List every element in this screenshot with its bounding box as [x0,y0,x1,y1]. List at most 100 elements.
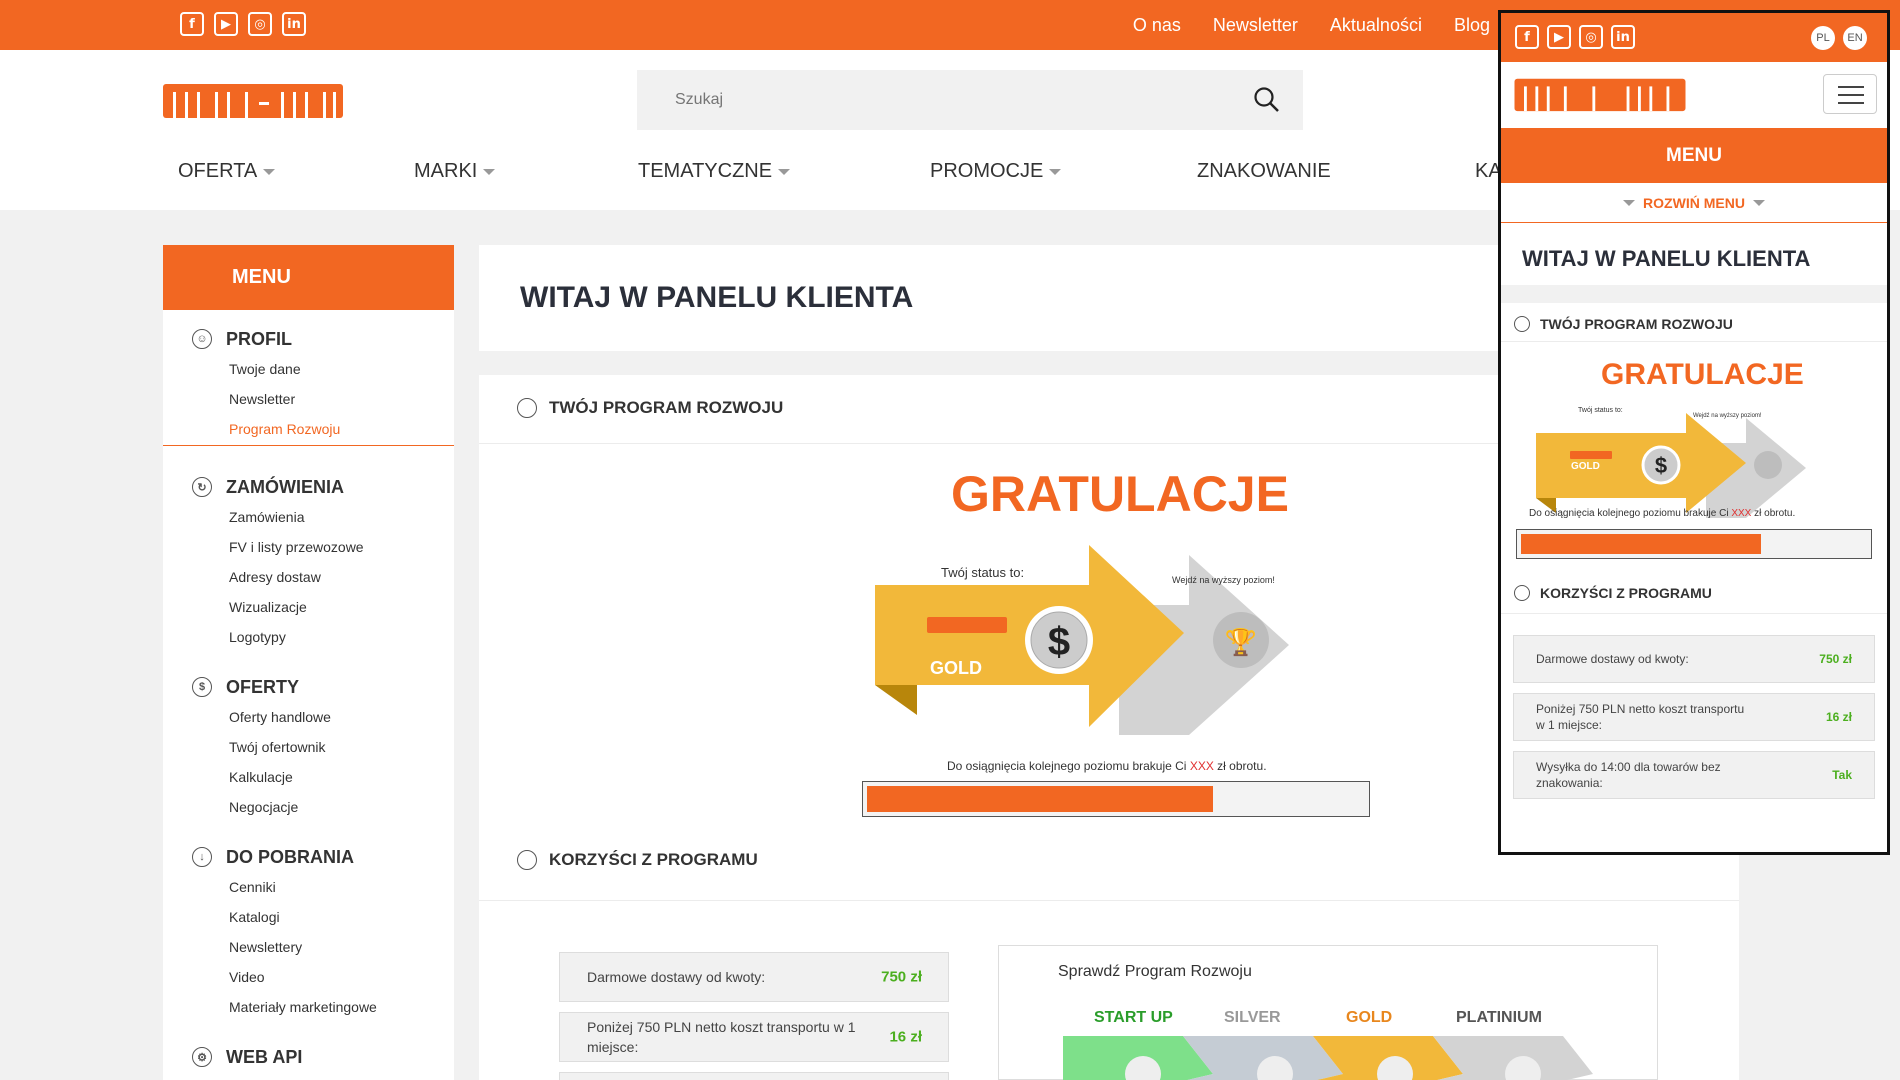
svg-text:$: $ [1655,453,1667,478]
sidebar-section-do-pobrania: ↓ DO POBRANIA Cenniki Katalogi Newsletter… [163,842,454,1022]
user-icon [1514,585,1530,601]
sidebar-item-negocjacje[interactable]: Negocjacje [163,792,454,822]
sidebar-item-ofertownik[interactable]: Twój ofertownik [163,732,454,762]
macma-logo[interactable] [163,80,343,120]
nav-oferta[interactable]: OFERTA [178,160,276,183]
next-level-info: Do osiągnięcia kolejnego poziomu brakuje… [947,759,1267,773]
level-silver: SILVER [1224,1009,1281,1026]
refresh-icon: ↻ [192,477,212,497]
progress-fill [1521,534,1761,554]
divider [1501,341,1887,342]
status-graphic: $ 🏆 [875,545,1289,735]
mobile-benefit-row: Poniżej 750 PLN netto koszt transportu w… [1513,693,1875,741]
sidebar-item-kalkulacje[interactable]: Kalkulacje [163,762,454,792]
sidebar-section-title[interactable]: $ OFERTY [163,672,454,702]
main-nav: OFERTA MARKI TEMATYCZNE PROMOCJE ZNAKOWA… [170,160,1551,200]
dollar-icon: $ [192,677,212,697]
mobile-level-badge: GOLD [1571,461,1600,472]
sidebar-item-katalogi[interactable]: Katalogi [163,902,454,932]
youtube-icon[interactable]: ▶ [1547,25,1571,49]
mobile-preview: f ▶ ◎ in PL EN MENU ROZWIŃ MENU WITAJ W … [1498,10,1890,855]
chevron-down-icon [263,168,276,175]
mobile-next-level-label: Wejdź na wyższy poziom! [1693,413,1762,419]
level-gold: GOLD [1346,1009,1393,1026]
progress-fill [867,786,1214,812]
welcome-panel: WITAJ W PANELU KLIENTA [479,245,1499,351]
level-badge: GOLD [930,658,982,678]
chevron-down-icon [1623,199,1636,206]
mobile-status-label: Twój status to: [1578,407,1623,414]
level-start-up: START UP [1094,1009,1173,1026]
nav-promocje[interactable]: PROMOCJE [930,160,1062,183]
sidebar-item-video[interactable]: Video [163,962,454,992]
mobile-benefits-title: KORZYŚCI Z PROGRAMU [1514,585,1712,601]
mobile-social-links: f ▶ ◎ in [1515,25,1635,49]
top-link-aktualnosci[interactable]: Aktualności [1330,15,1422,36]
search-icon[interactable] [1253,86,1281,114]
api-icon: ⚙ [192,1047,212,1067]
sidebar-item-twoje-dane[interactable]: Twoje dane [163,354,454,384]
lang-en[interactable]: EN [1843,26,1867,50]
sidebar-item-newslettery[interactable]: Newslettery [163,932,454,962]
user-icon [1514,316,1530,332]
sidebar-item-materialy[interactable]: Materiały marketingowe [163,992,454,1022]
benefit-row: Darmowe dostawy od kwoty: 750 zł [559,952,949,1002]
chevron-down-icon [483,168,496,175]
sidebar-section-web-api: ⚙ WEB API [163,1042,454,1072]
top-link-blog[interactable]: Blog [1454,15,1490,36]
progress-bar [862,781,1370,817]
search-box [637,70,1303,130]
active-underline [163,445,454,446]
instagram-icon[interactable]: ◎ [248,12,272,36]
facebook-icon[interactable]: f [180,12,204,36]
mobile-page-title: WITAJ W PANELU KLIENTA [1522,246,1811,271]
check-program-title: Sprawdź Program Rozwoju [1058,963,1252,980]
divider [1501,613,1887,614]
macma-logo[interactable] [1511,75,1689,113]
sidebar-menu-title: MENU [163,245,454,310]
sidebar-section-title[interactable]: ⚙ WEB API [163,1042,454,1072]
sidebar-section-title[interactable]: ↻ ZAMÓWIENIA [163,472,454,502]
social-links: f ▶ ◎ in [180,12,306,36]
sidebar-item-wizualizacje[interactable]: Wizualizacje [163,592,454,622]
linkedin-icon[interactable]: in [1611,25,1635,49]
sidebar-section-title[interactable]: ☺ PROFIL [163,324,454,354]
facebook-icon[interactable]: f [1515,25,1539,49]
mobile-menu-title: MENU [1501,128,1887,183]
chevron-down-icon [1049,168,1062,175]
sidebar-item-oferty-handlowe[interactable]: Oferty handlowe [163,702,454,732]
mobile-benefit-row: Wysyłka do 14:00 dla towarów bez znakowa… [1513,751,1875,799]
linkedin-icon[interactable]: in [282,12,306,36]
lang-pl[interactable]: PL [1811,26,1835,50]
sidebar-item-adresy[interactable]: Adresy dostaw [163,562,454,592]
sidebar-item-program-rozwoju[interactable]: Program Rozwoju [163,414,454,444]
level-platinium: PLATINIUM [1456,1009,1542,1026]
top-link-newsletter[interactable]: Newsletter [1213,15,1298,36]
nav-znakowanie[interactable]: ZNAKOWANIE [1197,160,1331,183]
top-link-o-nas[interactable]: O nas [1133,15,1181,36]
sidebar-item-newsletter[interactable]: Newsletter [163,384,454,414]
mobile-next-level-info: Do osiągnięcia kolejnego poziomu brakuje… [1529,508,1796,519]
mobile-progress-bar [1516,529,1872,559]
nav-tematyczne[interactable]: TEMATYCZNE [638,160,791,183]
sidebar-item-logotypy[interactable]: Logotypy [163,622,454,652]
nav-marki[interactable]: MARKI [414,160,496,183]
download-icon: ↓ [192,847,212,867]
top-nav: O nas Newsletter Aktualności Blog [1133,0,1490,50]
sidebar-section-profil: ☺ PROFIL Twoje dane Newsletter Program Ro… [163,324,454,446]
sidebar-item-zamowienia[interactable]: Zamówienia [163,502,454,532]
youtube-icon[interactable]: ▶ [214,12,238,36]
instagram-icon[interactable]: ◎ [1579,25,1603,49]
sidebar-section-zamowienia: ↻ ZAMÓWIENIA Zamówienia FV i listy przewo… [163,472,454,652]
check-program-box: Sprawdź Program Rozwoju START UP SILVER … [998,945,1658,1080]
mobile-program-title: TWÓJ PROGRAM ROZWOJU [1514,316,1733,332]
hamburger-menu-icon[interactable] [1823,74,1877,114]
next-level-label: Wejdź na wyższy poziom! [1172,575,1275,585]
sidebar-item-fv[interactable]: FV i listy przewozowe [163,532,454,562]
mobile-top-bar: f ▶ ◎ in PL EN [1501,13,1887,62]
sidebar-section-title[interactable]: ↓ DO POBRANIA [163,842,454,872]
benefit-row [559,1072,949,1080]
search-input[interactable] [637,70,1217,130]
sidebar-item-cenniki[interactable]: Cenniki [163,872,454,902]
expand-menu-button[interactable]: ROZWIŃ MENU [1501,183,1887,223]
